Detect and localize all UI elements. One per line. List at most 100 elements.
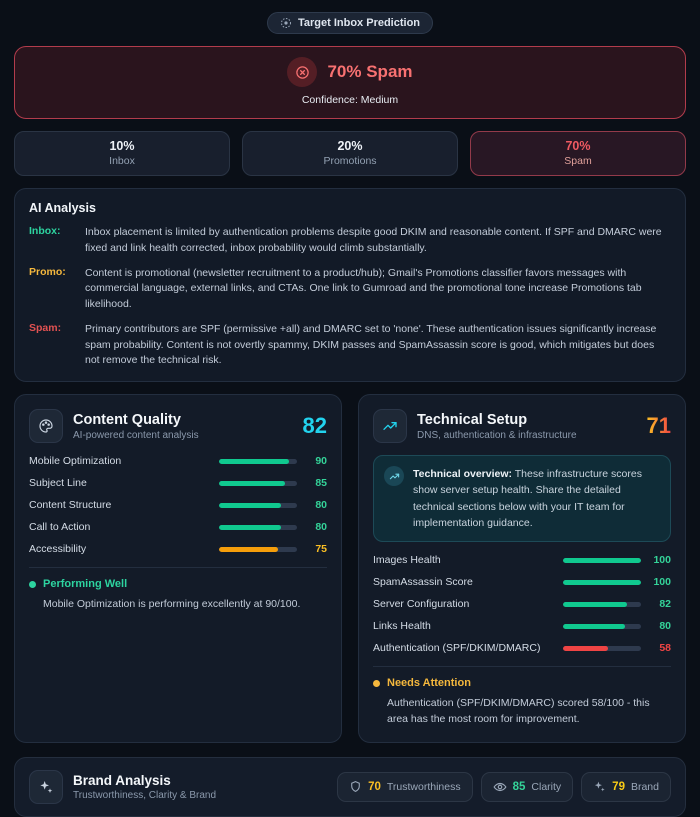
metric-bar-track [219,480,297,486]
technical-setup-card: Technical Setup DNS, authentication & in… [358,394,686,743]
metric-label: Call to Action [29,521,91,533]
metric-label: Server Configuration [373,598,470,611]
ai-inbox-text: Inbox placement is limited by authentica… [85,226,662,254]
metric-bar-track [563,623,641,629]
sparkle-icon [593,780,606,793]
content-quality-metrics: Mobile Optimization 90 Subject Line 85 C… [29,455,327,555]
amber-dot-icon [373,679,380,687]
analysis-grid: Content Quality AI-powered content analy… [14,394,686,743]
content-quality-score: 82 [302,413,327,438]
clarity-label: Clarity [531,780,562,793]
content-quality-subtitle: AI-powered content analysis [73,429,199,441]
metric-label: Links Health [373,620,431,633]
metric-row: Subject Line 85 [29,477,327,489]
metric-bar-fill [563,601,627,607]
ai-inbox-label: Inbox: [29,225,61,237]
circle-x-icon [287,57,318,87]
confidence-label: Confidence: Medium [301,94,399,106]
metric-row: Server Configuration 82 [373,598,671,610]
ai-promo-label: Promo: [29,265,66,278]
metric-label: Mobile Optimization [29,455,122,467]
metric-label: Subject Line [29,477,87,489]
metric-bar-track [563,601,641,607]
trending-up-icon [373,409,407,443]
spam-label: Spam [564,155,592,167]
banner-title: 70% Spam [327,62,413,81]
metric-label: Images Health [373,554,441,567]
metric-value: 100 [653,576,671,589]
metric-bar-track [219,502,297,508]
metric-value: 82 [659,598,671,611]
placement-card-spam: 70% Spam [470,131,686,176]
metric-bar-fill [563,579,641,585]
promotions-label: Promotions [323,155,377,167]
metric-value: 80 [315,499,327,511]
metric-row: Content Structure 80 [29,499,327,511]
palette-icon [29,409,63,443]
metric-bar-fill [563,557,641,563]
metric-bar-track [563,557,641,563]
technical-overview-text: Technical overview: These infrastructure… [413,466,660,531]
trustworthiness-label: Trustworthiness [386,780,461,793]
brand-value: 79 [612,780,625,793]
metric-row: Accessibility 75 [29,543,327,555]
metric-bar-fill [219,480,286,486]
metric-bar-track [563,645,641,651]
metric-value: 85 [315,477,327,489]
metric-bar-track [219,546,297,552]
needs-attention-title: Needs Attention [387,677,471,690]
technical-setup-title: Technical Setup [417,411,528,428]
metric-bar-fill [563,623,626,629]
metric-bar-track [219,458,297,464]
target-inbox-prediction-badge[interactable]: Target Inbox Prediction [266,12,434,34]
inbox-percent: 10% [109,139,135,153]
performing-well-title: Performing Well [43,578,128,590]
needs-attention-note: Needs Attention Authentication (SPF/DKIM… [373,666,671,728]
brand-analysis-title: Brand Analysis [73,772,171,788]
metric-bar-fill [563,645,609,651]
green-dot-icon [29,580,36,588]
placement-cards: 10% Inbox 20% Promotions 70% Spam [14,131,686,176]
placement-card-promotions: 20% Promotions [242,131,458,176]
promotions-percent: 20% [337,139,363,153]
placement-card-inbox: 10% Inbox [14,131,230,176]
metric-bar-track [563,579,641,585]
ai-promo-text: Content is promotional (newsletter recru… [85,266,642,311]
metric-label: SpamAssassin Score [373,576,473,589]
technical-overview-box: Technical overview: These infrastructure… [373,455,671,543]
spam-percent: 70% [565,139,591,153]
ai-analysis-title: AI Analysis [29,201,96,215]
sparkles-icon [29,769,63,804]
eye-icon [493,780,507,794]
metric-row: Mobile Optimization 90 [29,455,327,467]
trend-mini-icon [384,466,404,486]
metric-label: Authentication (SPF/DKIM/DMARC) [373,642,541,655]
metric-value: 90 [315,455,327,467]
content-quality-card: Content Quality AI-powered content analy… [14,394,342,743]
shield-icon [349,780,362,793]
target-icon [280,17,292,29]
brand-analysis-subtitle: Trustworthiness, Clarity & Brand [73,789,217,801]
target-badge-label: Target Inbox Prediction [297,17,421,29]
brand-badge[interactable]: 79 Brand [581,771,671,802]
metric-label: Accessibility [29,543,87,555]
ai-row-promo: Promo: Content is promotional (newslette… [29,266,671,313]
metric-bar-fill [219,502,282,508]
ai-spam-text: Primary contributors are SPF (permissive… [85,322,657,367]
spam-prediction-banner: 70% Spam Confidence: Medium [14,46,686,119]
performing-well-note: Performing Well Mobile Optimization is p… [29,567,327,612]
metric-value: 75 [315,543,327,555]
metric-bar-track [219,524,297,530]
ai-spam-label: Spam: [29,321,62,334]
technical-overview-bold: Technical overview: [413,468,513,480]
trustworthiness-badge[interactable]: 70 Trustworthiness [337,771,473,802]
clarity-value: 85 [512,780,526,793]
metric-row: Links Health 80 [373,620,671,632]
clarity-badge[interactable]: 85 Clarity [480,771,574,802]
metric-row: Images Health 100 [373,554,671,566]
brand-badges: 70 Trustworthiness 85 Clarity 79 Brand [337,771,671,802]
metric-bar-fill [219,458,290,464]
inbox-label: Inbox [109,155,135,167]
metric-label: Content Structure [29,499,112,511]
metric-bar-fill [219,546,278,552]
